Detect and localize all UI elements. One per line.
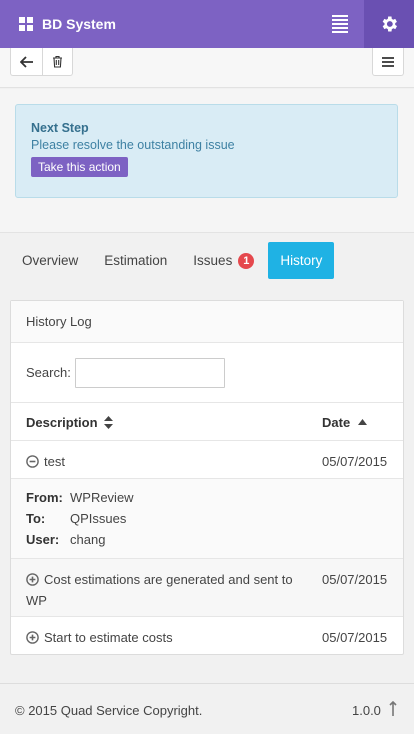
panel-title: History Log <box>11 301 403 343</box>
options-menu-button[interactable] <box>372 48 404 76</box>
detail-from: From: WPReview <box>26 487 134 508</box>
row-details: From: WPReview To: QPIssues User: chang <box>11 479 403 559</box>
collapse-circle-icon[interactable] <box>26 455 39 468</box>
detail-key: From: <box>26 490 63 505</box>
tab-label: Issues <box>193 253 233 268</box>
tab-history[interactable]: History <box>268 242 335 279</box>
detail-value: WPReview <box>70 490 134 505</box>
back-button[interactable] <box>10 48 43 76</box>
row-date: 05/07/2015 <box>322 572 388 587</box>
description-text: Start to estimate costs <box>44 630 173 645</box>
gear-icon <box>382 16 397 32</box>
detail-to: To: QPIssues <box>26 508 134 529</box>
table-header: Description Date <box>11 403 403 441</box>
take-action-button[interactable]: Take this action <box>31 157 128 177</box>
search-label: Search: <box>26 365 71 380</box>
table-row[interactable]: Start to estimate costs 05/07/2015 <box>11 617 403 655</box>
issues-count-badge: 1 <box>238 252 255 269</box>
top-navbar: BD System <box>0 0 414 48</box>
tab-bar: Overview Estimation Issues 1 History <box>10 242 336 279</box>
brand[interactable]: BD System <box>19 0 116 48</box>
alert-text: Please resolve the outstanding issue <box>31 138 235 152</box>
arrow-left-icon <box>19 55 33 68</box>
expand-circle-icon[interactable] <box>26 631 39 644</box>
search-input[interactable] <box>74 357 225 388</box>
detail-user: User: chang <box>26 529 134 550</box>
column-label: Description <box>26 414 98 430</box>
page-toolbar <box>0 48 414 88</box>
detail-value: QPIssues <box>70 511 127 526</box>
row-description: Start to estimate costs <box>26 627 296 648</box>
arrow-up-icon[interactable] <box>389 701 397 717</box>
description-text: Cost estimations are generated and sent … <box>26 572 293 608</box>
next-step-section: Next Step Please resolve the outstanding… <box>0 89 414 233</box>
row-description: test <box>26 451 296 472</box>
detail-key: User: <box>26 532 60 547</box>
expand-circle-icon[interactable] <box>26 573 39 586</box>
date-column-header[interactable]: Date <box>322 403 368 441</box>
search-row: Search: <box>11 343 403 403</box>
delete-button[interactable] <box>42 48 73 76</box>
tab-label: History <box>280 253 323 268</box>
tab-label: Estimation <box>104 253 168 268</box>
tab-label: Overview <box>22 253 79 268</box>
trash-icon <box>53 55 62 68</box>
row-date: 05/07/2015 <box>322 630 388 645</box>
app-title: BD System <box>42 16 116 32</box>
sort-ascending-icon <box>358 419 368 425</box>
alert-title: Next Step <box>31 121 89 135</box>
tab-estimation[interactable]: Estimation <box>92 242 179 279</box>
table-row[interactable]: Cost estimations are generated and sent … <box>11 559 403 617</box>
history-log-panel: History Log Search: Description Date tes… <box>10 300 404 655</box>
sort-both-icon <box>103 415 113 429</box>
next-step-alert: Next Step Please resolve the outstanding… <box>15 104 398 198</box>
list-icon <box>382 56 394 67</box>
description-column-header[interactable]: Description <box>26 403 113 441</box>
windows-logo-icon <box>19 17 33 31</box>
tab-issues[interactable]: Issues 1 <box>181 242 266 279</box>
detail-value: chang <box>70 532 106 547</box>
menu-toggle-button[interactable] <box>320 0 360 48</box>
version-text: 1.0.0 <box>352 703 381 718</box>
table-row[interactable]: test 05/07/2015 <box>11 441 403 479</box>
settings-button[interactable] <box>364 0 414 48</box>
detail-key: To: <box>26 511 46 526</box>
row-description: Cost estimations are generated and sent … <box>26 569 296 611</box>
detail-list: From: WPReview To: QPIssues User: chang <box>26 487 134 550</box>
row-date: 05/07/2015 <box>322 454 388 469</box>
copyright-text: © 2015 Quad Service Copyright. <box>15 703 203 718</box>
footer: © 2015 Quad Service Copyright. 1.0.0 <box>0 683 414 734</box>
column-label: Date <box>322 414 351 430</box>
description-text: test <box>44 454 65 469</box>
tab-overview[interactable]: Overview <box>10 242 90 279</box>
